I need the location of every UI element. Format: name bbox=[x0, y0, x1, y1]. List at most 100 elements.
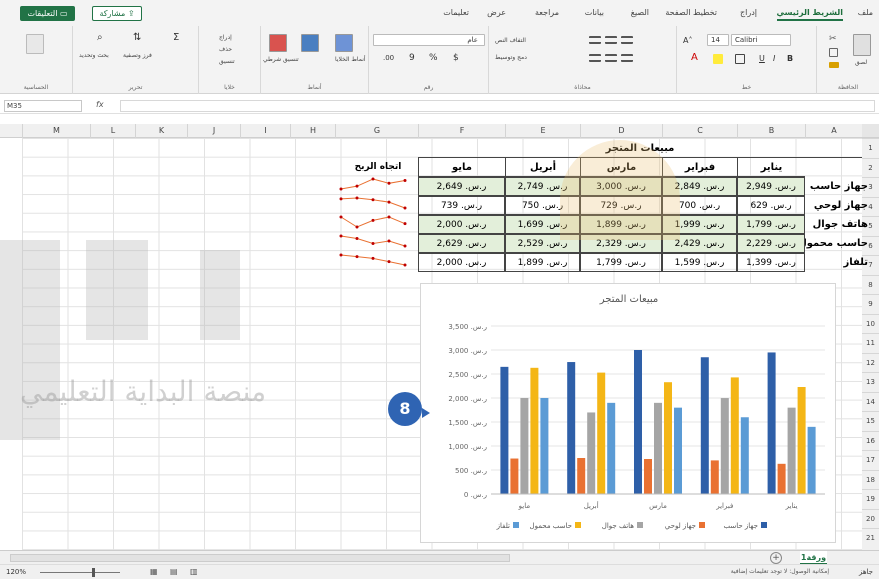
column-header-L[interactable]: L bbox=[90, 124, 135, 138]
month-header[interactable]: مايو bbox=[418, 158, 505, 177]
bar[interactable] bbox=[587, 412, 596, 494]
tab-review[interactable]: مراجعة bbox=[535, 8, 559, 17]
value-cell[interactable]: ر.س. 1,899 bbox=[505, 253, 580, 272]
row-header-10[interactable]: 10 bbox=[862, 313, 879, 333]
find-icon[interactable]: ⌕ bbox=[97, 32, 103, 43]
sales-chart[interactable]: مبيعات المتجر ر.س. 0 ر.س. 500 ر.س. 1,000 ر.س… bbox=[420, 283, 836, 543]
select-all-corner[interactable] bbox=[862, 124, 879, 138]
comments-button[interactable]: ▭ التعليقات bbox=[20, 6, 75, 21]
autosum-icon[interactable]: Σ bbox=[173, 32, 179, 43]
comma-icon[interactable]: 9 bbox=[409, 53, 415, 63]
column-header-K[interactable]: K bbox=[135, 124, 187, 138]
bar[interactable] bbox=[520, 398, 529, 494]
sensitivity-icon[interactable] bbox=[26, 34, 44, 54]
value-cell[interactable]: ر.س. 739 bbox=[418, 196, 505, 215]
bar[interactable] bbox=[787, 407, 796, 494]
percent-icon[interactable]: % bbox=[429, 53, 438, 63]
formula-input[interactable] bbox=[120, 100, 875, 112]
value-cell[interactable]: ر.س. 729 bbox=[580, 196, 662, 215]
bar[interactable] bbox=[530, 367, 539, 494]
bar[interactable] bbox=[577, 458, 586, 494]
bar[interactable] bbox=[567, 362, 576, 494]
row-header-14[interactable]: 14 bbox=[862, 391, 879, 411]
value-cell[interactable]: ر.س. 2,529 bbox=[505, 234, 580, 253]
value-cell[interactable]: ر.س. 2,949 bbox=[737, 177, 805, 196]
bar[interactable] bbox=[500, 366, 509, 494]
month-header[interactable]: فبراير bbox=[662, 158, 737, 177]
row-header-1[interactable]: 1 bbox=[862, 138, 879, 157]
row-header-15[interactable]: 15 bbox=[862, 411, 879, 430]
row-header-11[interactable]: 11 bbox=[862, 333, 879, 352]
paste-icon[interactable] bbox=[853, 34, 871, 56]
row-header-17[interactable]: 17 bbox=[862, 450, 879, 469]
column-header-B[interactable]: B bbox=[737, 124, 805, 138]
tab-file[interactable]: ملف bbox=[858, 8, 873, 17]
conditional-format-icon[interactable] bbox=[269, 34, 287, 52]
name-box[interactable]: M35 bbox=[4, 100, 82, 112]
column-header-A[interactable]: A bbox=[805, 124, 862, 138]
column-header-I[interactable]: I bbox=[240, 124, 290, 138]
format-cells-button[interactable]: تنسيق bbox=[219, 58, 235, 65]
trend-sparklines[interactable] bbox=[335, 174, 410, 270]
bar[interactable] bbox=[797, 387, 806, 494]
column-header-C[interactable]: C bbox=[662, 124, 737, 138]
value-cell[interactable]: ر.س. 3,000 bbox=[580, 177, 662, 196]
add-sheet-icon[interactable]: + bbox=[770, 552, 782, 564]
value-cell[interactable]: ر.س. 2,329 bbox=[580, 234, 662, 253]
tab-formulas[interactable]: الصيغ bbox=[631, 8, 649, 17]
underline-icon[interactable]: U bbox=[759, 54, 765, 63]
fill-color-icon[interactable] bbox=[713, 54, 723, 64]
sheet-tab-1[interactable]: ورقة1 bbox=[800, 551, 827, 565]
month-header[interactable]: أبريل bbox=[505, 158, 580, 177]
bold-icon[interactable]: B bbox=[787, 54, 793, 63]
format-table-icon[interactable] bbox=[301, 34, 319, 52]
row-header-13[interactable]: 13 bbox=[862, 372, 879, 391]
value-cell[interactable]: ر.س. 2,000 bbox=[418, 253, 505, 272]
cell-styles-icon[interactable] bbox=[335, 34, 353, 52]
bar[interactable] bbox=[710, 460, 719, 494]
value-cell[interactable]: ر.س. 1,399 bbox=[737, 253, 805, 272]
column-header-H[interactable]: H bbox=[290, 124, 335, 138]
value-cell[interactable]: ر.س. 1,699 bbox=[505, 215, 580, 234]
number-format-box[interactable]: عام bbox=[373, 34, 485, 46]
align-middle-icon[interactable] bbox=[605, 36, 617, 44]
tab-help[interactable]: تعليمات bbox=[443, 8, 469, 17]
value-cell[interactable]: ر.س. 2,629 bbox=[418, 234, 505, 253]
value-cell[interactable]: ر.س. 2,849 bbox=[662, 177, 737, 196]
bar[interactable] bbox=[510, 458, 519, 494]
table-title[interactable]: مبيعات المتجر bbox=[418, 139, 862, 158]
value-cell[interactable]: ر.س. 2,649 bbox=[418, 177, 505, 196]
currency-icon[interactable]: $ bbox=[453, 53, 459, 63]
row-header-8[interactable]: 8 bbox=[862, 274, 879, 294]
value-cell[interactable]: ر.س. 700 bbox=[662, 196, 737, 215]
column-header-M[interactable]: M bbox=[22, 124, 90, 138]
wrap-text-button[interactable]: التفاف النص bbox=[495, 37, 526, 44]
value-cell[interactable]: ر.س. 1,799 bbox=[737, 215, 805, 234]
insert-cells-button[interactable]: إدراج bbox=[219, 34, 232, 41]
bar[interactable] bbox=[807, 426, 816, 494]
font-name-box[interactable]: Calibri bbox=[731, 34, 791, 46]
format-painter-icon[interactable] bbox=[829, 62, 839, 68]
bar[interactable] bbox=[540, 398, 549, 494]
bar[interactable] bbox=[644, 459, 652, 494]
align-bottom-icon[interactable] bbox=[621, 36, 633, 44]
delete-cells-button[interactable]: حذف bbox=[219, 46, 232, 53]
row-header-2[interactable]: 2 bbox=[862, 157, 879, 177]
zoom-slider-thumb[interactable] bbox=[92, 568, 95, 577]
horizontal-scrollbar[interactable] bbox=[10, 554, 510, 562]
row-header-12[interactable]: 12 bbox=[862, 352, 879, 372]
column-header-J[interactable]: J bbox=[187, 124, 240, 138]
row-header-20[interactable]: 20 bbox=[862, 508, 879, 528]
value-cell[interactable]: ر.س. 1,599 bbox=[662, 253, 737, 272]
italic-icon[interactable]: I bbox=[773, 54, 775, 63]
bar[interactable] bbox=[720, 398, 729, 494]
tab-page-layout[interactable]: تخطيط الصفحة bbox=[665, 8, 717, 17]
column-header-E[interactable]: E bbox=[505, 124, 580, 138]
bar[interactable] bbox=[654, 402, 662, 494]
value-cell[interactable]: ر.س. 2,749 bbox=[505, 177, 580, 196]
row-header-16[interactable]: 16 bbox=[862, 430, 879, 450]
borders-icon[interactable] bbox=[735, 54, 745, 64]
value-cell[interactable]: ر.س. 629 bbox=[737, 196, 805, 215]
bar[interactable] bbox=[597, 372, 606, 494]
bar[interactable] bbox=[730, 377, 739, 494]
